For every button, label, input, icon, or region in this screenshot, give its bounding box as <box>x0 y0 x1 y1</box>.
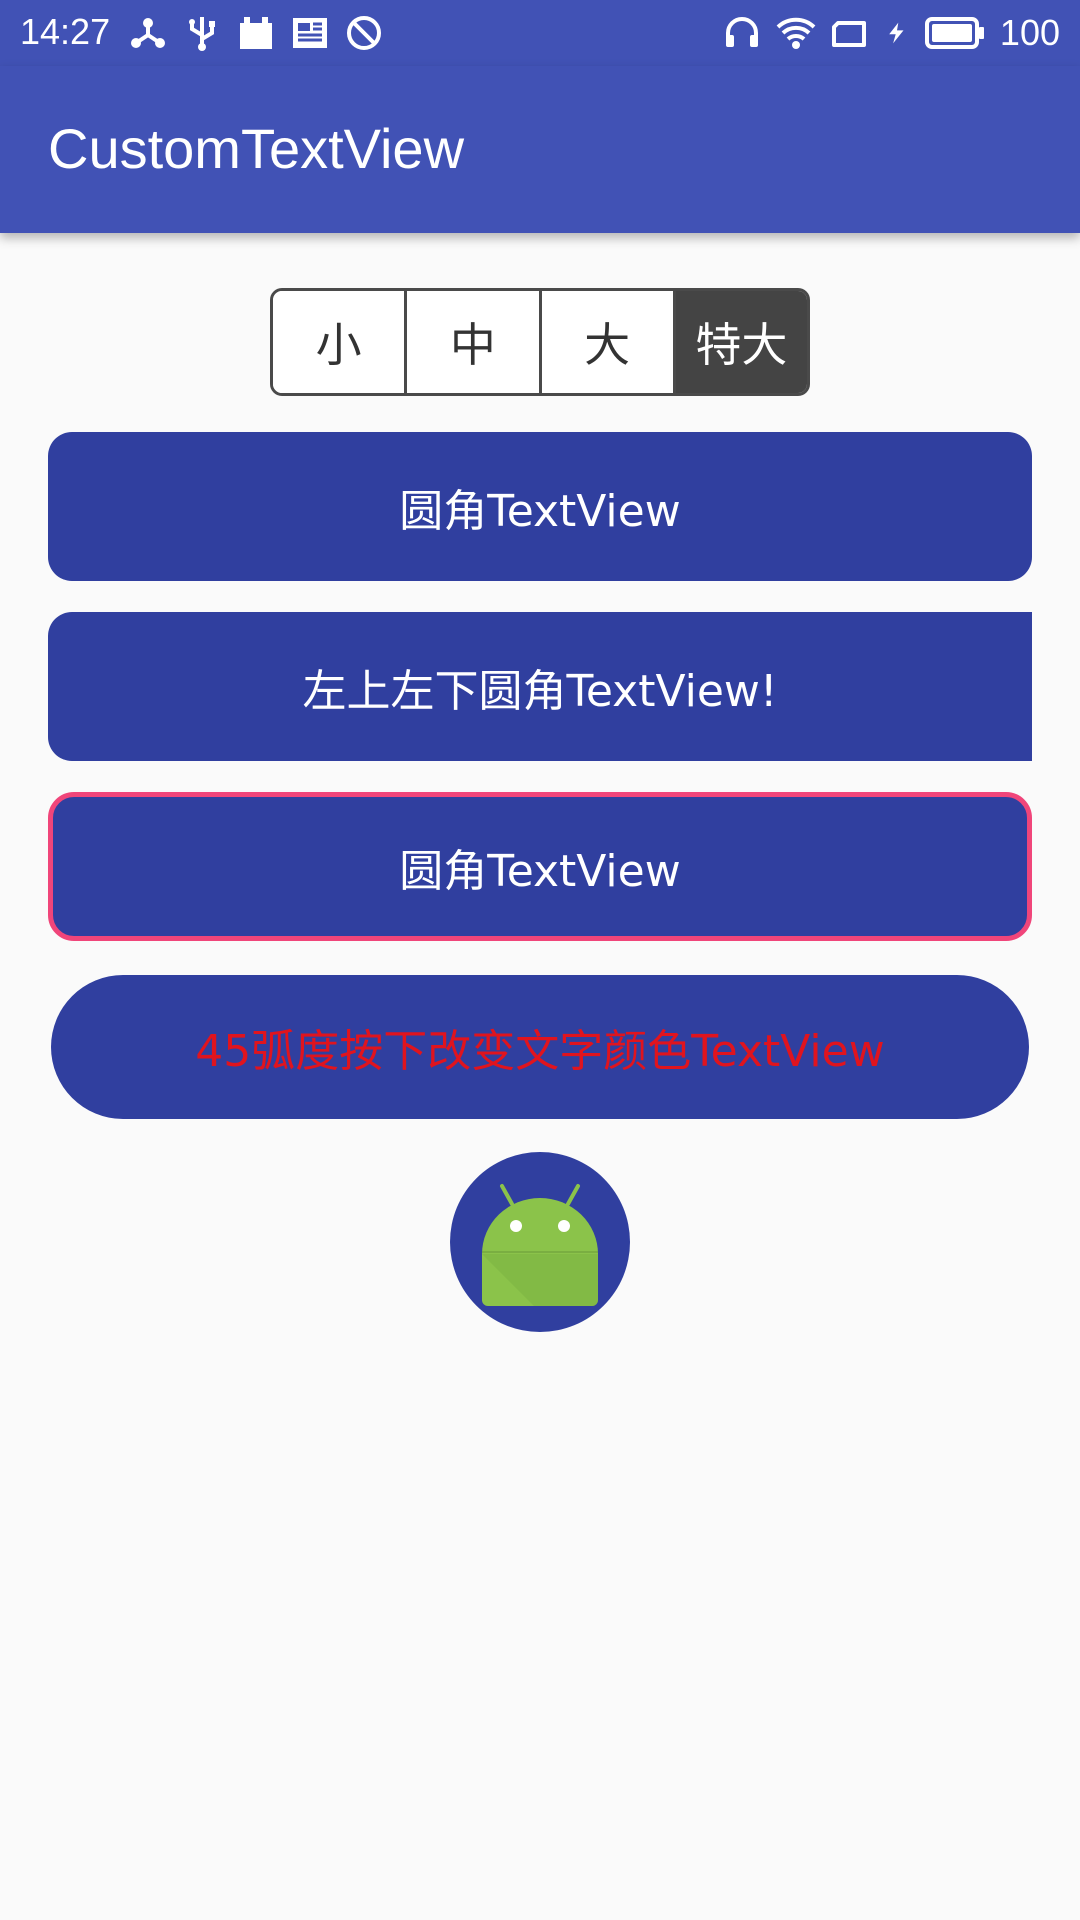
battery-level: 100 <box>999 12 1060 53</box>
usb-icon <box>189 17 215 51</box>
news-icon <box>293 18 327 48</box>
block-icon <box>347 16 381 50</box>
app-bar: CustomTextView <box>0 66 1080 233</box>
size-option-large[interactable]: 大 <box>541 291 676 393</box>
size-option-medium[interactable]: 中 <box>407 291 542 393</box>
page-title: CustomTextView <box>48 117 465 180</box>
stroke-rounded-textview-label: 圆角TextView <box>399 845 681 897</box>
battery-icon <box>924 17 984 49</box>
stroke-rounded-textview[interactable]: 圆角TextView <box>48 792 1032 941</box>
avatar[interactable] <box>450 1152 630 1332</box>
sim-icon <box>831 21 866 47</box>
pressed-color-textview-label: 45弧度按下改变文字颜色TextView <box>195 1026 885 1077</box>
rounded-textview[interactable]: 圆角TextView <box>48 432 1032 581</box>
left-rounded-textview[interactable]: 左上左下圆角TextView! <box>48 612 1032 761</box>
charging-icon <box>889 22 904 44</box>
left-rounded-textview-label: 左上左下圆角TextView! <box>302 665 778 717</box>
pressed-color-textview[interactable]: 45弧度按下改变文字颜色TextView <box>51 975 1029 1119</box>
status-time: 14:27 <box>20 11 111 52</box>
size-option-small[interactable]: 小 <box>273 291 408 393</box>
headset-icon <box>725 17 758 47</box>
rounded-textview-label: 圆角TextView <box>399 485 681 537</box>
calendar-icon <box>240 17 272 49</box>
share-network-icon <box>131 18 165 48</box>
notification-icons <box>128 13 384 53</box>
size-selector: 小 中 大 特大 <box>270 288 810 396</box>
size-option-extra-large[interactable]: 特大 <box>675 291 807 393</box>
status-bar: 14:27 100 <box>0 0 1080 66</box>
android-icon <box>482 1184 598 1306</box>
system-icons: 100 <box>722 13 1060 53</box>
wifi-icon <box>776 17 816 49</box>
